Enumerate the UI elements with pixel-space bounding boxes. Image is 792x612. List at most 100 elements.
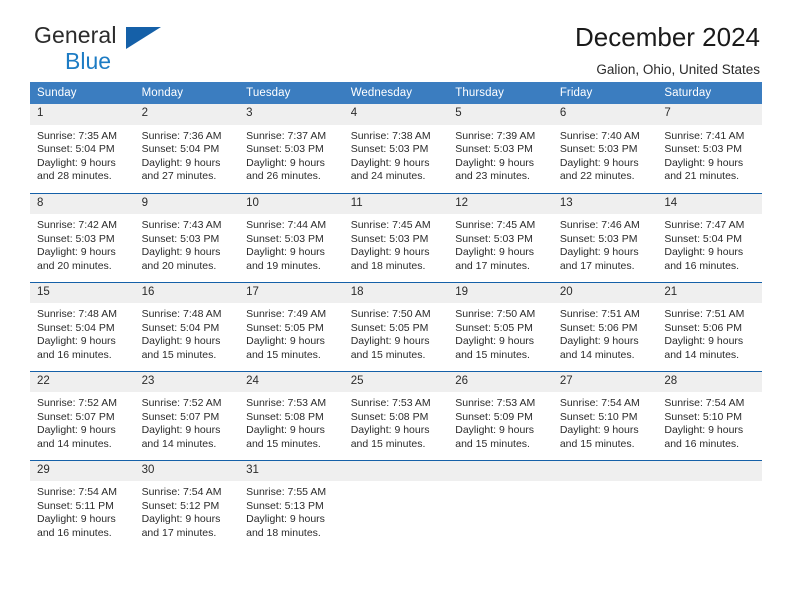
triangle-icon xyxy=(126,27,161,49)
calendar-day-cell[interactable]: 31 Sunrise: 7:55 AM Sunset: 5:13 PM Dayligh… xyxy=(239,459,344,549)
daylight-text-line2: and 17 minutes. xyxy=(141,526,217,539)
daylight-text-line2: and 15 minutes. xyxy=(455,437,530,450)
daylight-text-line2: and 16 minutes. xyxy=(37,526,112,539)
day-number: 8 xyxy=(30,193,135,214)
calendar-day-cell[interactable]: 14 Sunrise: 7:47 AM Sunset: 5:04 PM Dayligh… xyxy=(657,192,762,282)
sunrise-text: Sunrise: 7:55 AM xyxy=(246,486,327,498)
calendar-day-cell[interactable]: 29 Sunrise: 7:54 AM Sunset: 5:11 PM Dayligh… xyxy=(30,459,135,549)
calendar-day-cell[interactable]: 21 Sunrise: 7:51 AM Sunset: 5:06 PM Dayligh… xyxy=(657,281,762,371)
day-number: 29 xyxy=(30,460,135,481)
calendar-day-cell[interactable]: 30 Sunrise: 7:54 AM Sunset: 5:12 PM Dayligh… xyxy=(134,459,240,549)
calendar-day-cell[interactable]: 23 Sunrise: 7:52 AM Sunset: 5:07 PM Dayligh… xyxy=(134,370,240,460)
daylight-text-line2: and 18 minutes. xyxy=(350,259,426,272)
calendar-day-cell[interactable]: 28 Sunrise: 7:54 AM Sunset: 5:10 PM Dayligh… xyxy=(657,370,762,460)
sunset-text: Sunset: 5:04 PM xyxy=(141,143,220,156)
calendar-day-cell[interactable]: 3 Sunrise: 7:37 AM Sunset: 5:03 PM Daylight… xyxy=(239,104,344,193)
calendar-day-cell[interactable] xyxy=(448,459,553,549)
sunset-text: Sunset: 5:06 PM xyxy=(664,321,743,334)
sunrise-text: Sunrise: 7:54 AM xyxy=(664,397,745,409)
day-number: 10 xyxy=(239,193,344,214)
daylight-text-line2: and 14 minutes. xyxy=(664,348,740,361)
calendar-day-cell[interactable]: 6 Sunrise: 7:40 AM Sunset: 5:03 PM Daylight… xyxy=(552,104,658,193)
sunset-text: Sunset: 5:05 PM xyxy=(455,321,533,334)
calendar-page: General Blue December 2024 Galion, Ohio,… xyxy=(0,0,792,612)
daylight-text-line1: Daylight: 9 hours xyxy=(350,246,430,259)
sunrise-text: Sunrise: 7:51 AM xyxy=(559,308,640,320)
sunrise-text: Sunrise: 7:50 AM xyxy=(455,308,536,320)
calendar-day-cell[interactable] xyxy=(343,459,449,549)
calendar-day-cell[interactable]: 27 Sunrise: 7:54 AM Sunset: 5:10 PM Dayligh… xyxy=(552,370,658,460)
weekday-header-saturday: Saturday xyxy=(657,82,762,104)
calendar-day-cell[interactable]: 24 Sunrise: 7:53 AM Sunset: 5:08 PM Dayligh… xyxy=(239,370,344,460)
daylight-text-line1: Daylight: 9 hours xyxy=(246,513,325,526)
day-sun-info: Sunrise: 7:35 AM Sunset: 5:04 PM Daylight:… xyxy=(30,125,135,184)
calendar-day-cell[interactable]: 1 Sunrise: 7:35 AM Sunset: 5:04 PM Daylight… xyxy=(30,104,135,193)
calendar-day-cell[interactable] xyxy=(657,459,762,549)
calendar-day-cell[interactable]: 20 Sunrise: 7:51 AM Sunset: 5:06 PM Dayligh… xyxy=(552,281,658,371)
day-sun-info: Sunrise: 7:53 AM Sunset: 5:08 PM Daylight:… xyxy=(239,392,344,451)
calendar-day-cell[interactable]: 22 Sunrise: 7:52 AM Sunset: 5:07 PM Dayligh… xyxy=(30,370,135,460)
day-number: 27 xyxy=(552,371,658,392)
day-number: 5 xyxy=(448,104,553,125)
daylight-text-line2: and 17 minutes. xyxy=(455,259,530,272)
calendar-day-cell[interactable]: 9 Sunrise: 7:43 AM Sunset: 5:03 PM Daylight… xyxy=(134,192,240,282)
day-sun-info: Sunrise: 7:50 AM Sunset: 5:05 PM Daylight:… xyxy=(448,303,553,362)
calendar-day-cell[interactable]: 17 Sunrise: 7:49 AM Sunset: 5:05 PM Dayligh… xyxy=(239,281,344,371)
sunset-text: Sunset: 5:08 PM xyxy=(246,410,324,423)
day-sun-info: Sunrise: 7:46 AM Sunset: 5:03 PM Daylight:… xyxy=(553,214,658,273)
daylight-text-line2: and 27 minutes. xyxy=(141,170,217,183)
calendar-day-cell[interactable]: 12 Sunrise: 7:45 AM Sunset: 5:03 PM Dayligh… xyxy=(448,192,553,282)
daylight-text-line1: Daylight: 9 hours xyxy=(559,156,639,169)
sunset-text: Sunset: 5:04 PM xyxy=(37,321,115,334)
calendar-day-cell[interactable]: 16 Sunrise: 7:48 AM Sunset: 5:04 PM Dayligh… xyxy=(134,281,240,371)
sunset-text: Sunset: 5:03 PM xyxy=(246,143,324,156)
daylight-text-line2: and 15 minutes. xyxy=(246,437,321,450)
calendar-day-cell[interactable]: 11 Sunrise: 7:45 AM Sunset: 5:03 PM Dayligh… xyxy=(343,192,449,282)
daylight-text-line2: and 16 minutes. xyxy=(37,348,112,361)
calendar-day-cell[interactable]: 26 Sunrise: 7:53 AM Sunset: 5:09 PM Dayligh… xyxy=(448,370,553,460)
sunrise-text: Sunrise: 7:35 AM xyxy=(37,129,117,142)
sunset-text: Sunset: 5:03 PM xyxy=(141,232,220,245)
daylight-text-line2: and 18 minutes. xyxy=(246,526,321,539)
calendar-day-cell[interactable]: 4 Sunrise: 7:38 AM Sunset: 5:03 PM Daylight… xyxy=(343,104,449,193)
calendar-day-cell[interactable]: 7 Sunrise: 7:41 AM Sunset: 5:03 PM Daylight… xyxy=(657,104,762,193)
calendar-day-cell[interactable]: 10 Sunrise: 7:44 AM Sunset: 5:03 PM Dayligh… xyxy=(239,192,344,282)
sunset-text: Sunset: 5:03 PM xyxy=(350,143,429,156)
calendar-day-cell[interactable]: 2 Sunrise: 7:36 AM Sunset: 5:04 PM Daylight… xyxy=(134,104,240,193)
day-number: 19 xyxy=(448,282,553,303)
day-number: 2 xyxy=(134,104,240,125)
calendar-day-cell[interactable]: 25 Sunrise: 7:53 AM Sunset: 5:08 PM Dayligh… xyxy=(343,370,449,460)
daylight-text-line1: Daylight: 9 hours xyxy=(141,246,221,259)
daylight-text-line1: Daylight: 9 hours xyxy=(559,424,639,437)
calendar-week-row: 8 Sunrise: 7:42 AM Sunset: 5:03 PM Daylight… xyxy=(30,192,762,282)
calendar-body: 1 Sunrise: 7:35 AM Sunset: 5:04 PM Daylight… xyxy=(30,104,762,549)
calendar-week-row: 1 Sunrise: 7:35 AM Sunset: 5:04 PM Daylight… xyxy=(30,104,762,193)
daylight-text-line2: and 14 minutes. xyxy=(37,437,112,450)
calendar-day-cell[interactable]: 8 Sunrise: 7:42 AM Sunset: 5:03 PM Daylight… xyxy=(30,192,135,282)
sunset-text: Sunset: 5:09 PM xyxy=(455,410,533,423)
sunrise-text: Sunrise: 7:40 AM xyxy=(559,129,640,142)
daylight-text-line2: and 15 minutes. xyxy=(559,437,635,450)
day-sun-info: Sunrise: 7:52 AM Sunset: 5:07 PM Daylight:… xyxy=(30,392,135,451)
calendar-day-cell[interactable]: 15 Sunrise: 7:48 AM Sunset: 5:04 PM Dayligh… xyxy=(30,281,135,371)
daylight-text-line1: Daylight: 9 hours xyxy=(141,513,221,526)
calendar-day-cell[interactable] xyxy=(552,459,658,549)
day-number: 31 xyxy=(239,460,344,481)
weekday-header-wednesday: Wednesday xyxy=(343,82,449,104)
day-sun-info: Sunrise: 7:49 AM Sunset: 5:05 PM Daylight:… xyxy=(239,303,344,362)
sunset-text: Sunset: 5:13 PM xyxy=(246,499,324,512)
calendar-day-cell[interactable]: 19 Sunrise: 7:50 AM Sunset: 5:05 PM Dayligh… xyxy=(448,281,553,371)
day-sun-info: Sunrise: 7:47 AM Sunset: 5:04 PM Daylight:… xyxy=(657,214,762,273)
day-number: 25 xyxy=(343,371,449,392)
day-sun-info: Sunrise: 7:54 AM Sunset: 5:10 PM Daylight:… xyxy=(553,392,658,451)
sunrise-text: Sunrise: 7:50 AM xyxy=(350,308,431,320)
calendar-day-cell[interactable]: 5 Sunrise: 7:39 AM Sunset: 5:03 PM Daylight… xyxy=(448,104,553,193)
sunrise-text: Sunrise: 7:45 AM xyxy=(455,219,536,231)
day-number: 11 xyxy=(343,193,449,214)
calendar-day-cell[interactable]: 18 Sunrise: 7:50 AM Sunset: 5:05 PM Dayligh… xyxy=(343,281,449,371)
calendar-day-cell[interactable]: 13 Sunrise: 7:46 AM Sunset: 5:03 PM Dayligh… xyxy=(552,192,658,282)
day-sun-info: Sunrise: 7:54 AM Sunset: 5:10 PM Daylight:… xyxy=(657,392,762,451)
daylight-text-line2: and 15 minutes. xyxy=(246,348,321,361)
weekday-header-sunday: Sunday xyxy=(30,82,135,104)
day-sun-info: Sunrise: 7:53 AM Sunset: 5:08 PM Daylight:… xyxy=(344,392,449,451)
